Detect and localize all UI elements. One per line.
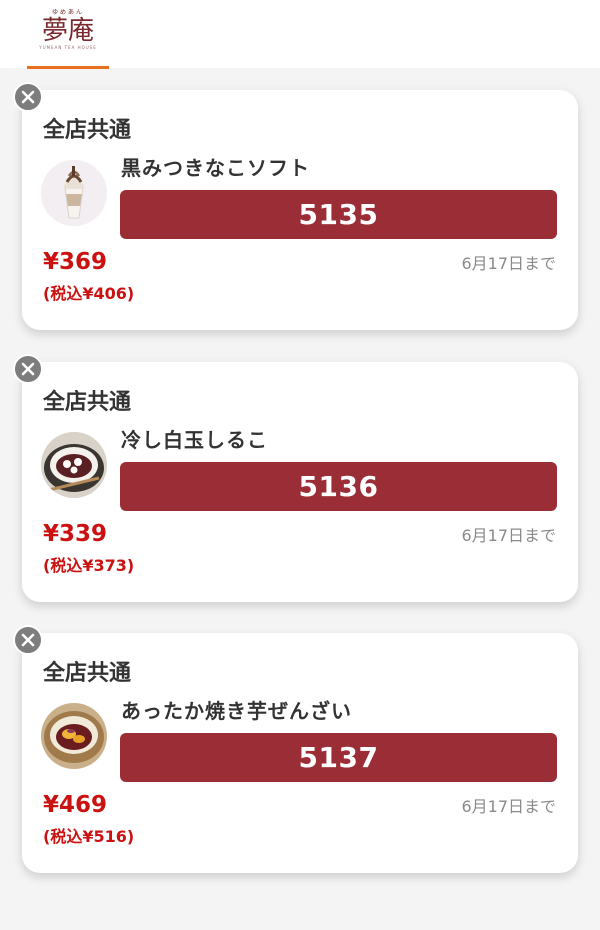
expiry-date: 6月17日まで [461, 797, 556, 816]
coupon-code: 5137 [120, 733, 557, 782]
price-tax-included: (税込¥406) [43, 284, 135, 303]
shiratama-shiruko-image [41, 432, 107, 498]
brand-logo[interactable]: ゆめあん 夢庵 YUMEAN TEA HOUSE [28, 8, 108, 64]
coupon-card[interactable]: 全店共通 冷し白玉しるこ 5136 ¥339 (税込¥373) 6月17日まで [13, 354, 578, 602]
close-icon[interactable] [13, 625, 43, 655]
soft-serve-image [41, 160, 107, 226]
product-name: 冷し白玉しるこ [121, 428, 268, 452]
store-label: 全店共通 [43, 118, 132, 143]
price: ¥339 [43, 521, 108, 547]
logo-text: 夢庵 [41, 16, 94, 46]
coupon-code: 5135 [120, 190, 557, 239]
price: ¥469 [43, 792, 108, 818]
active-tab-indicator [27, 66, 109, 69]
logo-tagline: YUMEAN TEA HOUSE [39, 45, 97, 50]
price-tax-included: (税込¥373) [43, 556, 135, 575]
coupon-card[interactable]: 全店共通 黒みつきなこソフト 5135 ¥369 (税込¥406) 6月17日ま… [13, 82, 578, 330]
coupon-card[interactable]: 全店共通 あったか焼き芋ぜんざい 5137 ¥469 (税込¥516) 6月17… [13, 625, 578, 873]
expiry-date: 6月17日まで [461, 254, 556, 273]
yakiimo-zenzai-image [41, 703, 107, 769]
app-header: ゆめあん 夢庵 YUMEAN TEA HOUSE [0, 0, 600, 69]
expiry-date: 6月17日まで [461, 526, 556, 545]
coupon-code: 5136 [120, 462, 557, 511]
price-tax-included: (税込¥516) [43, 827, 135, 846]
store-label: 全店共通 [43, 390, 132, 415]
close-icon[interactable] [13, 82, 43, 112]
product-name: あったか焼き芋ぜんざい [121, 699, 352, 723]
price: ¥369 [43, 249, 108, 275]
store-label: 全店共通 [43, 661, 132, 686]
product-name: 黒みつきなこソフト [121, 156, 310, 180]
close-icon[interactable] [13, 354, 43, 384]
